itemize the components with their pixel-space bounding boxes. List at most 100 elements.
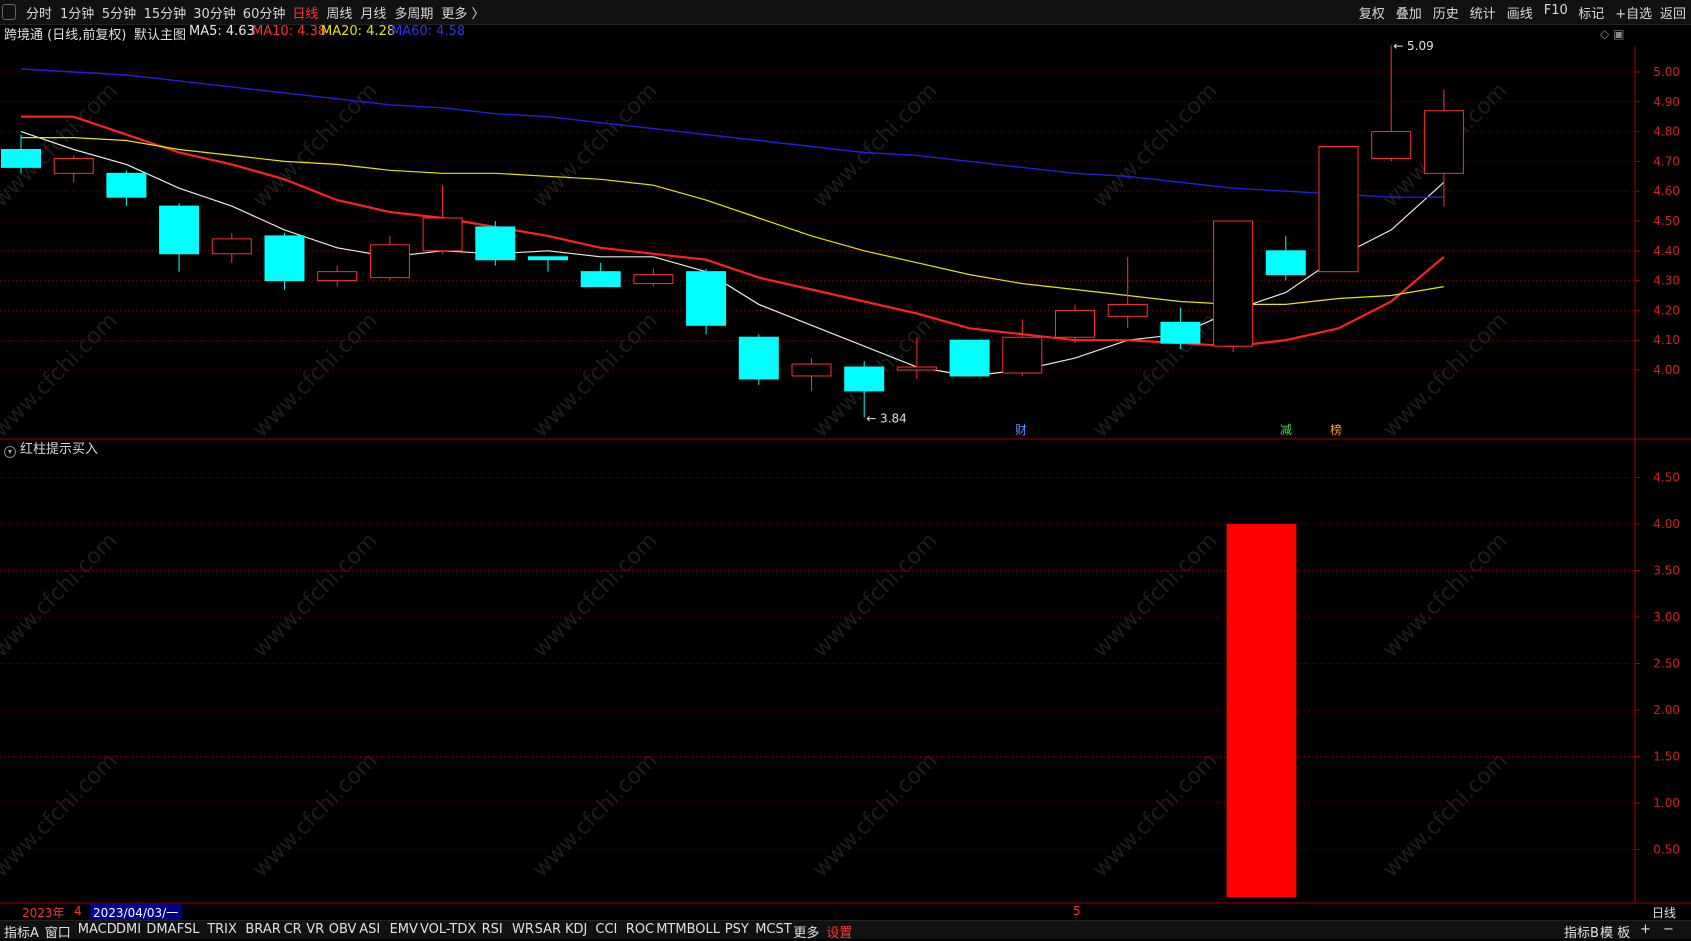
restore-icon[interactable]: ▣ <box>1613 27 1624 41</box>
right-tool-2[interactable]: + <box>1640 922 1651 937</box>
period-3[interactable]: 15分钟 <box>144 3 187 22</box>
watermark-4: www.cfchi.com <box>1088 78 1222 212</box>
candle-body-24 <box>1265 250 1306 276</box>
high-price-label: ← 5.09 <box>1393 39 1434 53</box>
candle-body-20 <box>1055 309 1095 338</box>
indicator-tab-14[interactable]: RSI <box>482 922 503 937</box>
period-4[interactable]: 30分钟 <box>193 3 236 22</box>
indicator-tab-25[interactable]: 设置 <box>826 922 852 941</box>
indicator-tab-4[interactable]: DMA <box>146 922 176 937</box>
toolbar-button-2[interactable]: 历史 <box>1433 3 1459 22</box>
indicator-tab-21[interactable]: BOLL <box>687 922 720 937</box>
period-5[interactable]: 60分钟 <box>243 3 286 22</box>
indicator-tab-5[interactable]: FSL <box>177 922 200 937</box>
ind-tick-label-1: 4.00 <box>1653 517 1680 531</box>
candle-body-15 <box>791 363 832 377</box>
period-2[interactable]: 5分钟 <box>102 3 136 22</box>
candle-body-17 <box>896 366 937 371</box>
indicator-toolbar: 指标A 窗口 MACD DMI DMA FSL TRIX BRAR CR VR OBV ASI EMV V… <box>0 920 1691 941</box>
indicator-tab-11[interactable]: ASI <box>359 922 380 937</box>
toolbar-button-6[interactable]: 标记 <box>1578 3 1604 22</box>
indicator-tab-10[interactable]: OBV <box>329 922 357 937</box>
right-tool-0[interactable]: 指标B <box>1564 922 1599 941</box>
indicator-tab-0[interactable]: 指标A <box>4 922 39 941</box>
indicator-tab-23[interactable]: MCST <box>755 922 792 937</box>
watermark-3: www.cfchi.com <box>808 78 942 212</box>
indicator-tab-12[interactable]: EMV <box>390 922 418 937</box>
indicator-tab-1[interactable]: 窗口 <box>45 922 71 941</box>
event-marker-0: 财 <box>1015 423 1027 437</box>
candle-body-14 <box>738 336 779 380</box>
toolbar-button-7[interactable]: +自选 <box>1615 3 1652 22</box>
collapse-icon[interactable]: ▾ <box>4 446 16 458</box>
ind-tick-label-2: 3.50 <box>1653 564 1680 578</box>
watermark-8: www.cfchi.com <box>528 308 662 442</box>
main-tick-label-6: 4.40 <box>1653 244 1680 258</box>
indicator-tab-3[interactable]: DMI <box>116 922 141 937</box>
indicator-tab-9[interactable]: VR <box>306 922 324 937</box>
indicator-tab-19[interactable]: ROC <box>626 922 654 937</box>
indicator-tab-22[interactable]: PSY <box>725 922 749 937</box>
toolbar-button-5[interactable]: F10 <box>1544 3 1568 18</box>
diamond-icon[interactable]: ◇ <box>1600 27 1609 41</box>
period-8[interactable]: 月线 <box>360 3 386 22</box>
ind-tick-label-3: 3.00 <box>1653 610 1680 624</box>
buy-signal-bar-0 <box>1226 524 1297 897</box>
period-0[interactable]: 分时 <box>26 3 52 22</box>
toolbar-button-8[interactable]: 返回 <box>1660 3 1686 22</box>
indicator-tab-2[interactable]: MACD <box>78 922 117 937</box>
watermark-10: www.cfchi.com <box>1088 308 1222 442</box>
watermark-14: www.cfchi.com <box>528 528 662 662</box>
candle-body-7 <box>369 244 410 279</box>
main-tick-label-7: 4.30 <box>1653 274 1680 288</box>
watermark-18: www.cfchi.com <box>0 748 123 882</box>
period-1[interactable]: 1分钟 <box>60 3 94 22</box>
watermark-23: www.cfchi.com <box>1378 748 1512 882</box>
ma-line-ma60 <box>20 68 1444 198</box>
indicator-tab-20[interactable]: MTM <box>656 922 686 937</box>
indicator-tab-15[interactable]: WR <box>512 922 534 937</box>
watermark-13: www.cfchi.com <box>248 528 382 662</box>
candle-body-0 <box>1 148 41 168</box>
period-7[interactable]: 周线 <box>326 3 352 22</box>
watermark-20: www.cfchi.com <box>528 748 662 882</box>
main-tick-label-2: 4.80 <box>1653 125 1680 139</box>
chart-canvas[interactable]: www.cfchi.com www.cfchi.com www.cfchi.com w… <box>0 0 1691 938</box>
indicator-tab-6[interactable]: TRIX <box>207 922 237 937</box>
period-6[interactable]: 日线 <box>292 3 318 22</box>
period-label[interactable]: 日线 <box>1652 904 1676 921</box>
main-tick-label-9: 4.10 <box>1653 333 1680 347</box>
toolbar-button-1[interactable]: 叠加 <box>1396 3 1422 22</box>
window-menu-icon[interactable] <box>2 4 16 20</box>
period-9[interactable]: 多周期 <box>394 3 433 22</box>
candle-body-3 <box>159 205 200 255</box>
toolbar-button-3[interactable]: 统计 <box>1470 3 1496 22</box>
main-tick-label-1: 4.90 <box>1653 95 1680 109</box>
main-chart-label[interactable]: 默认主图 <box>134 24 186 43</box>
watermark-21: www.cfchi.com <box>808 748 942 882</box>
right-tool-1[interactable]: 模 板 <box>1600 922 1630 941</box>
indicator-tab-7[interactable]: BRAR <box>245 922 280 937</box>
main-tick-label-8: 4.20 <box>1653 303 1680 317</box>
indicator-title[interactable]: ▾ 红柱提示买入 <box>4 438 98 458</box>
toolbar-button-4[interactable]: 画线 <box>1507 3 1533 22</box>
ma5-value: MA5: 4.63 <box>189 24 255 39</box>
indicator-tab-8[interactable]: CR <box>284 922 302 937</box>
ind-tick-label-4: 2.50 <box>1653 657 1680 671</box>
indicator-tab-16[interactable]: SAR <box>535 922 561 937</box>
main-tick-label-3: 4.70 <box>1653 154 1680 168</box>
ind-tick-label-8: 0.50 <box>1653 843 1680 857</box>
indicator-tab-18[interactable]: CCI <box>595 922 617 937</box>
indicator-tab-13[interactable]: VOL-TDX <box>420 922 476 937</box>
watermark-19: www.cfchi.com <box>248 748 382 882</box>
panel-controls: ◇ ▣ <box>1600 27 1624 41</box>
period-10[interactable]: 更多 〉 <box>441 3 484 22</box>
indicator-tab-17[interactable]: KDJ <box>565 922 587 937</box>
watermark-22: www.cfchi.com <box>1088 748 1222 882</box>
indicator-tab-24[interactable]: 更多 <box>793 922 819 941</box>
candle-body-22 <box>1160 321 1201 344</box>
date-bar: 2023年 4 2023/04/03/一 5 日线 <box>0 903 1691 921</box>
toolbar-button-0[interactable]: 复权 <box>1359 3 1385 22</box>
right-tool-3[interactable]: − <box>1663 922 1674 937</box>
main-tick-label-5: 4.50 <box>1653 214 1680 228</box>
